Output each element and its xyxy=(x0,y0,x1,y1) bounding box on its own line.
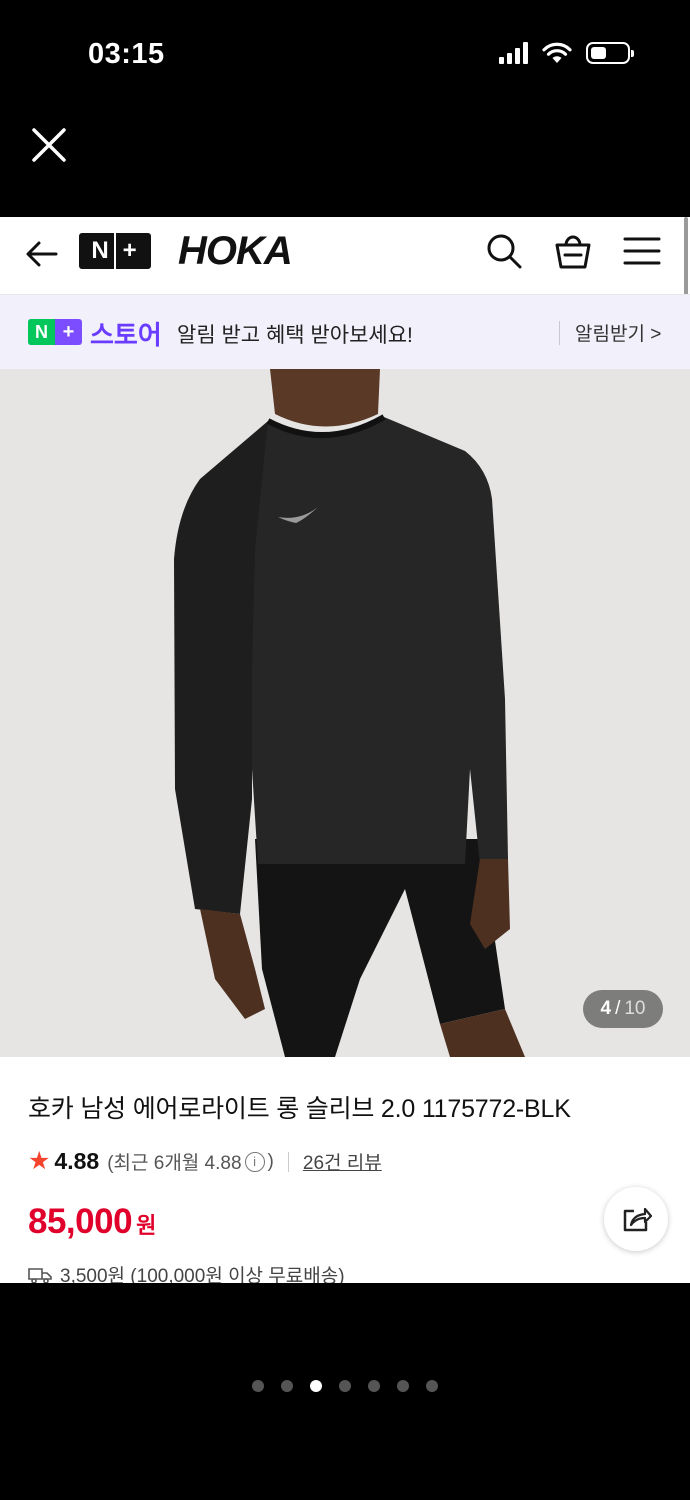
store-name: 스토어 xyxy=(90,320,162,350)
rating-value: 4.88 xyxy=(54,1148,100,1174)
back-button[interactable] xyxy=(24,236,60,272)
page-dot[interactable] xyxy=(310,1380,322,1392)
image-counter-total: 10 xyxy=(624,998,646,1019)
cellular-signal-icon xyxy=(499,42,528,64)
nplus-logo-text: N+ xyxy=(91,237,151,264)
brand-logo[interactable]: HOKA xyxy=(178,229,293,274)
notice-divider xyxy=(559,321,560,345)
delivery-truck-icon xyxy=(28,1267,52,1283)
nplus-store-badge: N + xyxy=(28,319,82,345)
product-photo xyxy=(174,369,525,1057)
page-dot[interactable] xyxy=(368,1380,380,1392)
arrow-left-icon xyxy=(26,241,58,267)
status-icons xyxy=(499,42,634,64)
price-value: 85,000 xyxy=(28,1202,133,1241)
search-button[interactable] xyxy=(484,231,524,271)
image-counter-separator: / xyxy=(615,998,621,1019)
recent-rating-label: (최근 6개월 4.88 xyxy=(107,1153,242,1174)
image-counter: 4 / 10 xyxy=(583,990,663,1028)
page-dot[interactable] xyxy=(397,1380,409,1392)
hamburger-menu-icon xyxy=(623,237,661,265)
notice-message: 알림 받고 혜택 받아보세요! xyxy=(177,324,413,347)
nplus-logo[interactable]: N+ xyxy=(79,233,151,269)
status-bar: 03:15 xyxy=(0,0,690,110)
share-button[interactable] xyxy=(604,1187,668,1251)
rating-divider xyxy=(287,1151,289,1172)
battery-icon xyxy=(586,42,634,64)
page-indicator[interactable] xyxy=(0,1380,690,1392)
status-time: 03:15 xyxy=(88,38,165,70)
menu-button[interactable] xyxy=(622,231,662,271)
webview: N+ HOKA N + 스토어 알림 받고 혜택 받아보세요! 알림받기 > 4… xyxy=(0,217,690,1283)
product-image[interactable]: 4 / 10 xyxy=(0,369,690,1057)
info-icon[interactable]: i xyxy=(244,1151,265,1172)
shopping-bag-icon xyxy=(555,235,591,269)
close-icon xyxy=(32,128,66,162)
notification-banner[interactable]: N + 스토어 알림 받고 혜택 받아보세요! 알림받기 > xyxy=(0,295,690,369)
product-title: 호카 남성 에어로라이트 롱 슬리브 2.0 1175772-BLK xyxy=(28,1095,571,1123)
page-dot[interactable] xyxy=(339,1380,351,1392)
shipping-row: 3,500원 (100,000원 이상 무료배송) xyxy=(28,1261,345,1283)
site-header: N+ HOKA xyxy=(0,217,690,295)
image-counter-current: 4 xyxy=(600,998,612,1019)
share-icon xyxy=(623,1207,652,1232)
star-icon: ★ xyxy=(28,1147,51,1175)
recent-rating-close: ) xyxy=(267,1150,274,1172)
rating-row: ★ 4.88 (최근 6개월 4.88 i ) 26건 리뷰 xyxy=(28,1148,382,1175)
page-dot[interactable] xyxy=(426,1380,438,1392)
price-row: 85,000 원 xyxy=(28,1202,156,1242)
page-dot[interactable] xyxy=(281,1380,293,1392)
cart-button[interactable] xyxy=(553,231,593,271)
wifi-icon xyxy=(542,42,572,63)
page-dot[interactable] xyxy=(252,1380,264,1392)
shipping-text: 3,500원 (100,000원 이상 무료배송) xyxy=(60,1266,345,1283)
review-count-link[interactable]: 26건 리뷰 xyxy=(303,1148,382,1175)
search-icon xyxy=(487,234,522,269)
subscribe-notification-link[interactable]: 알림받기 > xyxy=(575,319,661,346)
price-currency: 원 xyxy=(136,1213,157,1238)
close-button[interactable] xyxy=(30,126,68,164)
product-info: 호카 남성 에어로라이트 롱 슬리브 2.0 1175772-BLK ★ 4.8… xyxy=(0,1057,690,1283)
